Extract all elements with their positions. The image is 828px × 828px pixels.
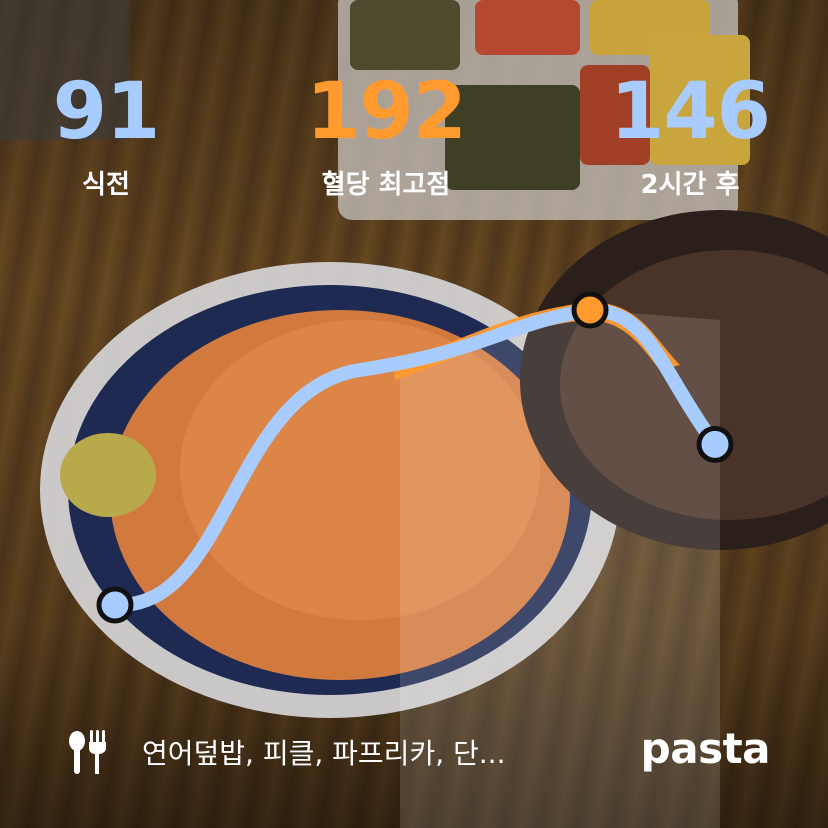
fasting-marker xyxy=(96,586,134,624)
glucose-share-card: 91 식전 192 혈당 최고점 146 2시간 후 연어덮밥, 피클, 파프리… xyxy=(0,0,828,828)
after-marker xyxy=(696,425,734,463)
glucose-curve-chart xyxy=(96,291,734,624)
brand-logo: pasta xyxy=(640,724,771,773)
glucose-curve-line xyxy=(108,302,722,613)
fork-spoon-icon xyxy=(69,730,106,774)
peak-marker xyxy=(571,291,609,329)
peak-area xyxy=(395,302,680,380)
meal-description: 연어덮밥, 피클, 파프리카, 단... xyxy=(142,737,506,770)
